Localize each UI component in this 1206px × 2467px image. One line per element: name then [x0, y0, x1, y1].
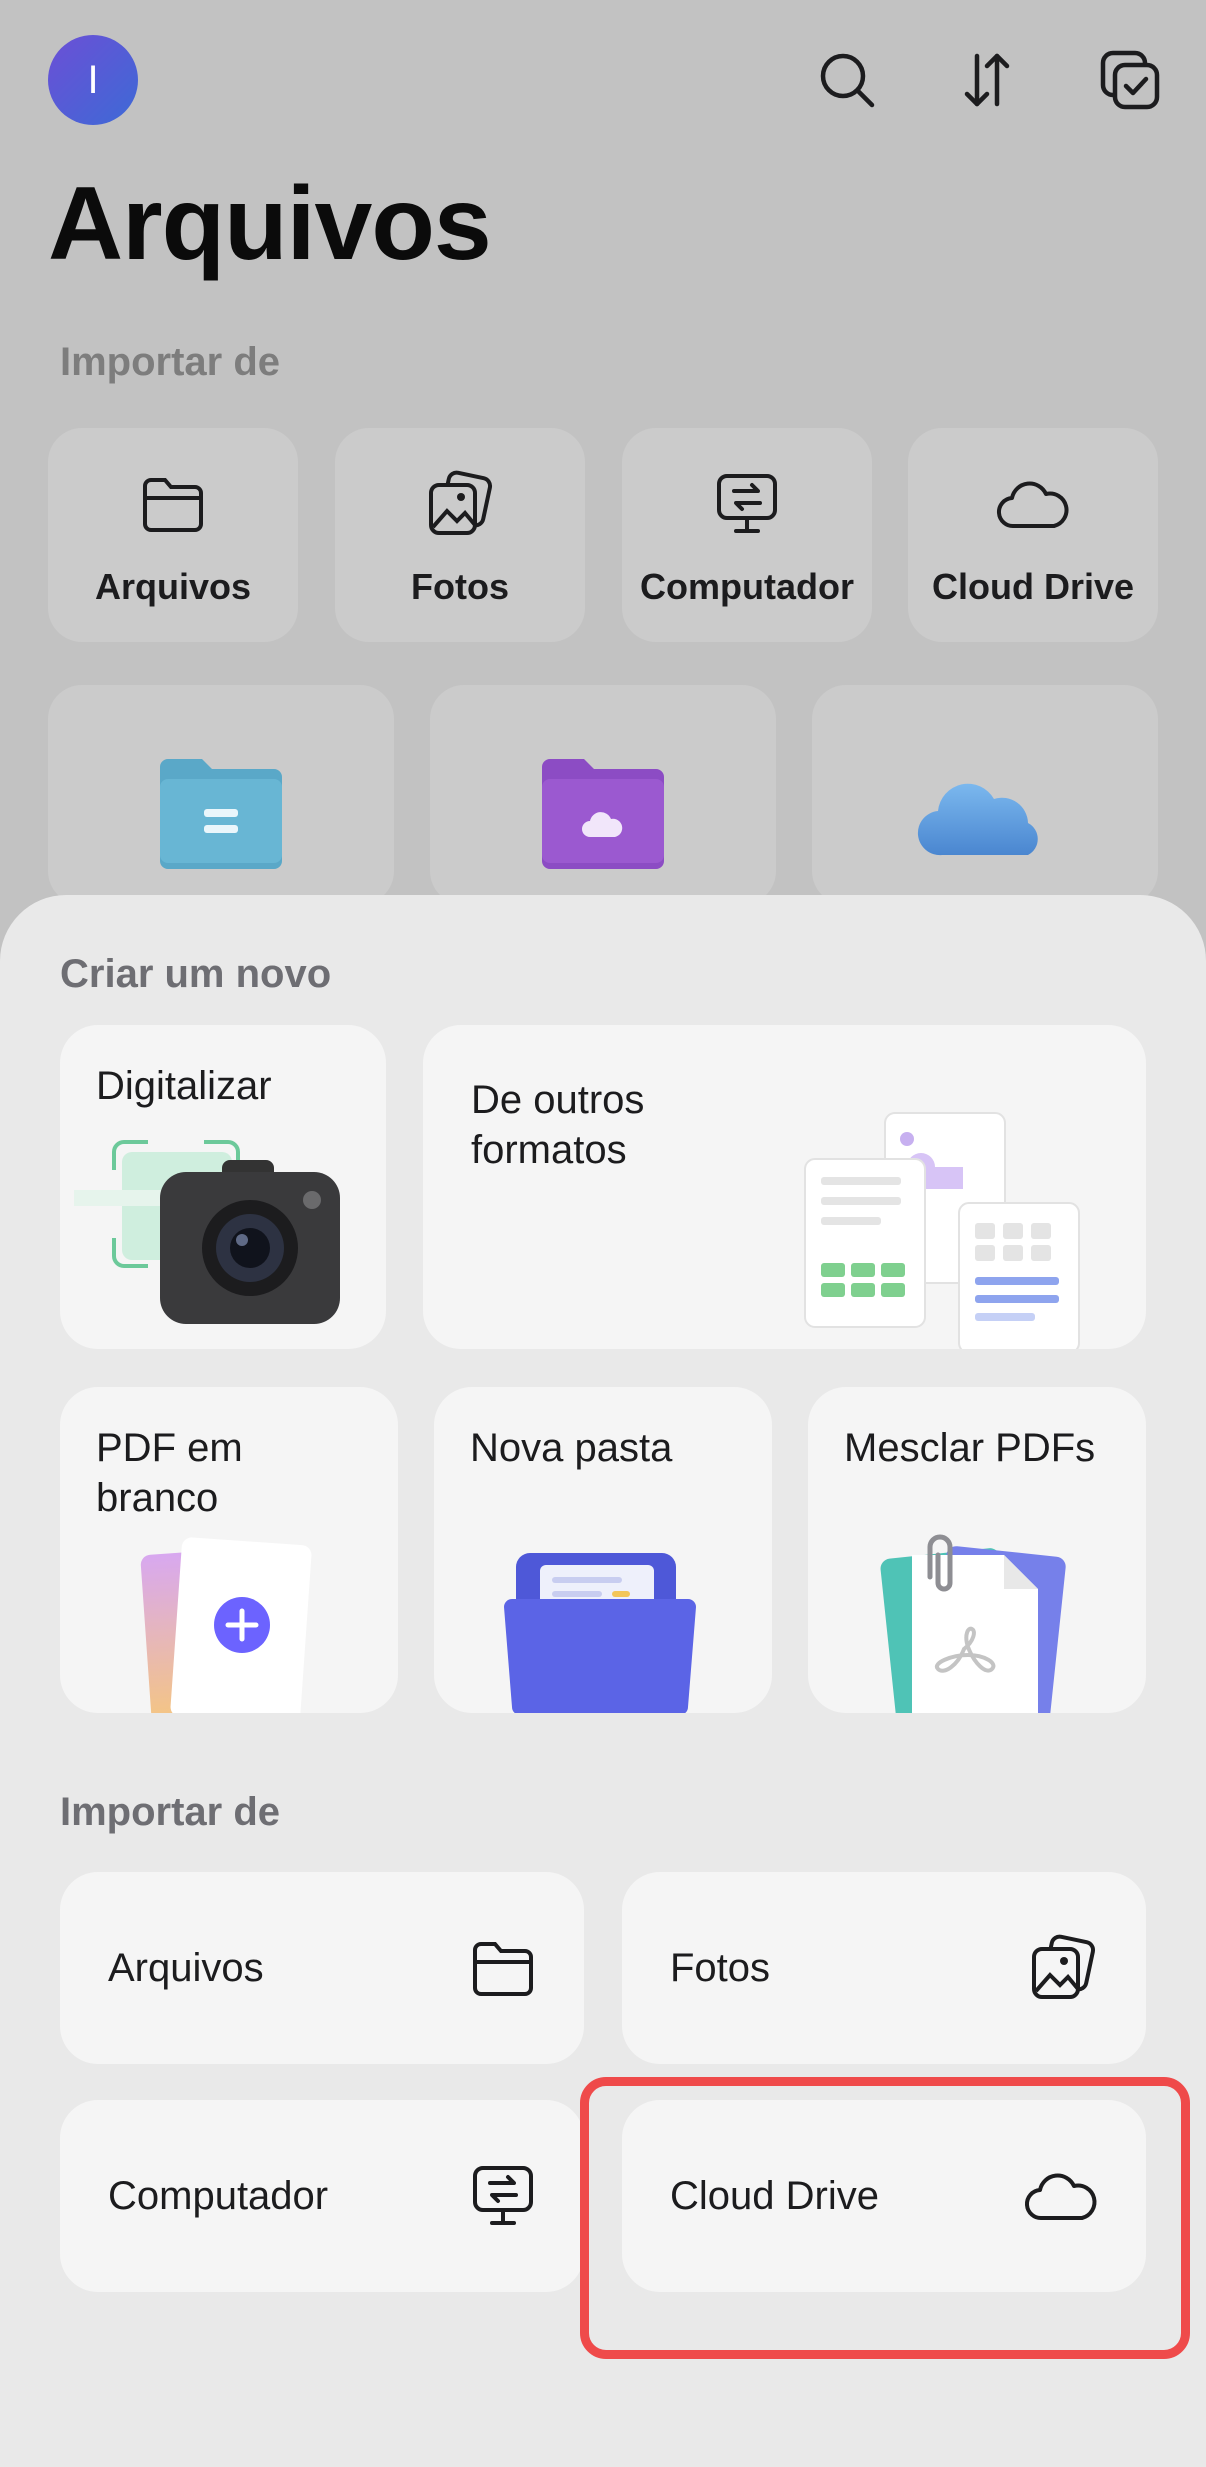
- new-folder-icon: [504, 1553, 696, 1713]
- sort-icon[interactable]: [955, 48, 1019, 112]
- new-folder-label: Nova pasta: [470, 1426, 673, 1470]
- import-files-row-label: Arquivos: [108, 1945, 264, 1990]
- section-title-import-bottom: Importar de: [60, 1790, 281, 1834]
- avatar[interactable]: I: [48, 35, 138, 125]
- documents-icon: [804, 1112, 1080, 1349]
- import-cloud-card[interactable]: Cloud Drive: [908, 428, 1158, 642]
- merge-pdfs-card[interactable]: Mesclar PDFs: [808, 1387, 1146, 1713]
- add-pdf-icon: [140, 1537, 312, 1713]
- folder-icon: [470, 1872, 536, 2064]
- import-computer-row-label: Computador: [108, 2173, 329, 2218]
- photos-icon: [425, 464, 495, 544]
- highlight-box: [580, 2077, 1190, 2359]
- import-files-card[interactable]: Arquivos: [48, 428, 298, 642]
- scan-card[interactable]: Digitalizar: [60, 1025, 386, 1349]
- import-photos-card[interactable]: Fotos: [335, 428, 585, 642]
- folder-icon: [140, 464, 206, 544]
- merge-pdfs-label: Mesclar PDFs: [844, 1426, 1096, 1470]
- import-computer-card[interactable]: Computador: [622, 428, 872, 642]
- import-computer-label: Computador: [640, 566, 854, 607]
- new-folder-card[interactable]: Nova pasta: [434, 1387, 772, 1713]
- import-photos-row-label: Fotos: [670, 1945, 771, 1990]
- icloud-icon: [917, 783, 1038, 856]
- merge-pdf-icon: [880, 1534, 1066, 1713]
- search-icon[interactable]: [815, 48, 879, 112]
- cloud-icon: [996, 464, 1070, 544]
- blank-pdf-label: PDF em branco: [96, 1426, 243, 1520]
- import-photos-label: Fotos: [411, 566, 509, 607]
- location-card-icloud[interactable]: [812, 685, 1158, 905]
- import-files-label: Arquivos: [94, 566, 252, 607]
- blank-pdf-card[interactable]: PDF em branco: [60, 1387, 398, 1713]
- scan-label: Digitalizar: [96, 1064, 272, 1108]
- photos-icon: [1028, 1872, 1098, 2064]
- page-title: Arquivos: [48, 166, 492, 282]
- camera-icon: [74, 1140, 340, 1324]
- location-card-files[interactable]: [48, 685, 394, 905]
- import-photos-row[interactable]: Fotos: [622, 1872, 1146, 2064]
- computer-transfer-icon: [714, 464, 780, 544]
- import-files-row[interactable]: Arquivos: [60, 1872, 584, 2064]
- computer-transfer-icon: [470, 2100, 536, 2292]
- section-title-create: Criar um novo: [60, 952, 332, 996]
- section-title-import: Importar de: [60, 340, 281, 384]
- import-cloud-label: Cloud Drive: [931, 566, 1135, 607]
- other-formats-card[interactable]: De outros formatos: [423, 1025, 1146, 1349]
- import-computer-row[interactable]: Computador: [60, 2100, 584, 2292]
- blue-folder-icon: [160, 759, 282, 869]
- select-icon[interactable]: [1098, 48, 1162, 112]
- location-card-cloud-folder[interactable]: [430, 685, 776, 905]
- purple-cloud-folder-icon: [542, 759, 664, 869]
- other-formats-label: De outros formatos: [471, 1078, 645, 1172]
